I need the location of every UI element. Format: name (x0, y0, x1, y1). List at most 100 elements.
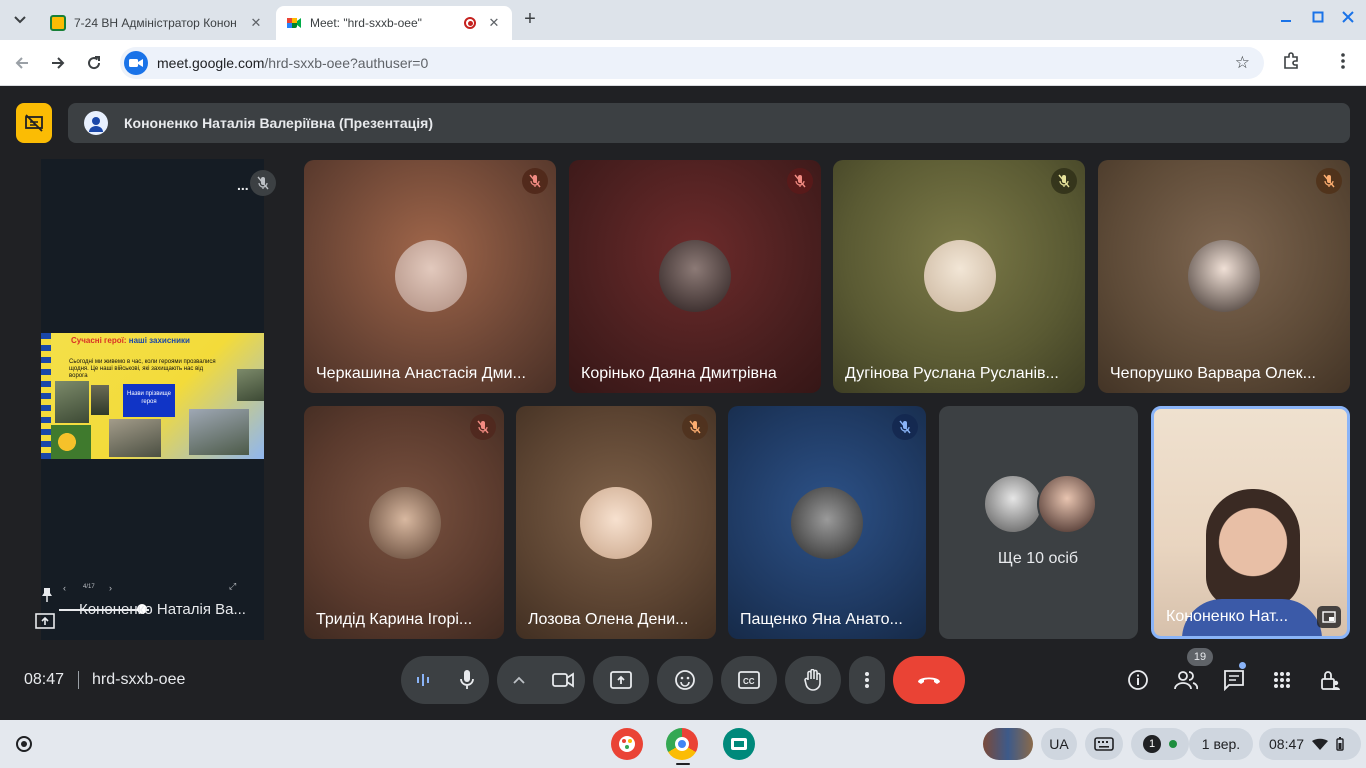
ornament-band (41, 333, 51, 459)
mic-off-icon (477, 420, 489, 434)
participant-tile[interactable]: Черкашина Анастасія Дми... (304, 160, 556, 393)
participant-tile[interactable]: Дугінова Руслана Русланів... (833, 160, 1085, 393)
prev-slide-button[interactable]: ‹ (63, 583, 66, 593)
input-method-indicator[interactable]: UA (1041, 728, 1077, 760)
mic-off-icon (689, 420, 701, 434)
participant-name: Чепорушко Варвара Олек... (1110, 365, 1316, 382)
chat-button[interactable] (1221, 667, 1247, 693)
address-bar[interactable]: meet.google.com/hrd-sxxb-oee?authuser=0 … (120, 47, 1264, 79)
more-participants-label: Ще 10 осіб (997, 550, 1079, 567)
camera-options-button[interactable] (497, 656, 541, 704)
virtual-keyboard-button[interactable] (1085, 728, 1123, 760)
mic-off-indicator (250, 170, 276, 196)
close-icon[interactable]: ✕ (248, 15, 264, 31)
hand-icon (804, 669, 821, 691)
back-button[interactable] (10, 51, 34, 75)
more-options-button[interactable] (849, 656, 885, 704)
close-icon (1342, 11, 1354, 23)
tab-meet[interactable]: Meet: "hrd-sxxb-oee" ✕ (276, 6, 512, 40)
mic-off-indicator (470, 414, 496, 440)
leave-call-button[interactable] (893, 656, 965, 704)
chrome-app-icon[interactable] (666, 728, 698, 760)
url-host: meet.google.com (157, 55, 265, 71)
pip-icon (1322, 611, 1336, 623)
bookmark-star-icon[interactable]: ☆ (1235, 53, 1250, 73)
url-text[interactable]: meet.google.com/hrd-sxxb-oee?authuser=0 (157, 55, 428, 71)
participant-tile[interactable]: Лозова Олена Дени... (516, 406, 716, 639)
browser-toolbar: meet.google.com/hrd-sxxb-oee?authuser=0 … (0, 40, 1366, 86)
activities-button[interactable] (1269, 667, 1295, 693)
chevron-up-icon (513, 676, 525, 684)
forward-button[interactable] (46, 51, 70, 75)
people-button[interactable] (1173, 667, 1199, 693)
mic-off-icon (1058, 174, 1070, 188)
meeting-details-button[interactable] (1125, 667, 1151, 693)
picture-in-picture-button[interactable] (1317, 606, 1341, 628)
avatar (924, 240, 996, 312)
reload-icon (88, 56, 101, 70)
tab-classroom[interactable]: 7-24 ВН Адміністратор Конон ✕ (40, 6, 274, 40)
mic-off-indicator (1316, 168, 1342, 194)
next-slide-button[interactable]: › (109, 583, 112, 593)
site-info-button[interactable] (124, 51, 148, 75)
more-participants-tile[interactable]: Ще 10 осіб (939, 406, 1138, 639)
present-screen-button[interactable] (593, 656, 649, 704)
camera-button[interactable] (541, 656, 585, 704)
close-window-button[interactable] (1342, 10, 1354, 26)
participant-tile[interactable]: Пащенко Яна Анато... (728, 406, 926, 639)
more-options-icon[interactable]: ... (237, 177, 249, 193)
raise-hand-button[interactable] (785, 656, 841, 704)
canvas-app-icon[interactable] (611, 728, 643, 760)
microphone-control (401, 656, 489, 704)
reload-button[interactable] (82, 51, 106, 75)
participant-tile[interactable]: Чепорушко Варвара Олек... (1098, 160, 1350, 393)
avatar (983, 474, 1043, 534)
forward-arrow-icon (52, 57, 65, 69)
battery-icon (1336, 737, 1344, 751)
quick-settings-button[interactable]: 08:47 (1259, 728, 1361, 760)
holding-space-thumbnails[interactable] (983, 728, 1033, 760)
participant-tile[interactable]: Тридід Карина Ігорі... (304, 406, 504, 639)
restore-button[interactable] (1312, 10, 1324, 26)
emoji-icon (675, 670, 695, 690)
present-icon[interactable] (33, 611, 57, 636)
extensions-button[interactable] (1282, 52, 1300, 75)
avatar (1188, 240, 1260, 312)
mic-off-icon (1323, 174, 1335, 188)
mic-off-icon (529, 174, 541, 188)
slide-title-part: Сучасні герої: (71, 336, 129, 345)
info-icon (1128, 670, 1148, 690)
lock-person-icon (1321, 671, 1340, 690)
camera-control (497, 656, 585, 704)
fullscreen-icon[interactable]: ⤢ (229, 581, 236, 592)
captions-button[interactable]: CC (721, 656, 777, 704)
close-icon[interactable]: ✕ (486, 15, 502, 31)
classroom-app-icon[interactable] (723, 728, 755, 760)
presentation-tile[interactable]: ... Сучасні герої: наші захисники Сьогод… (35, 159, 276, 640)
people-count-badge: 19 (1187, 648, 1213, 666)
participant-name: Дугінова Руслана Русланів... (845, 365, 1059, 382)
presentation-slide: Сучасні герої: наші захисники Сьогодні м… (41, 333, 264, 459)
host-controls-button[interactable] (1317, 667, 1343, 693)
minimize-button[interactable] (1280, 10, 1292, 26)
active-app-indicator (676, 763, 690, 765)
meet-icon (286, 15, 302, 31)
notification-center-button[interactable]: 1 (1131, 728, 1189, 760)
calendar-date-button[interactable]: 1 вер. (1189, 728, 1253, 760)
self-view-tile[interactable]: Кононенко Нат... (1151, 406, 1350, 639)
microphone-button[interactable] (445, 656, 489, 704)
participant-tile[interactable]: Корінько Даяна Дмитрівна (569, 160, 821, 393)
tab-search-button[interactable] (8, 8, 32, 32)
browser-menu-button[interactable] (1340, 52, 1346, 75)
launcher-button[interactable] (16, 736, 32, 752)
mic-off-indicator (682, 414, 708, 440)
slide-title: Сучасні герої: наші захисники (71, 336, 190, 345)
new-tab-button[interactable]: + (520, 9, 540, 30)
pin-icon[interactable] (41, 587, 53, 608)
reactions-button[interactable] (657, 656, 713, 704)
people-icon (1174, 671, 1198, 690)
stop-presenting-button[interactable] (16, 103, 52, 143)
avatar (580, 487, 652, 559)
meeting-code: hrd-sxxb-oee (92, 671, 186, 688)
self-video (1206, 489, 1300, 607)
